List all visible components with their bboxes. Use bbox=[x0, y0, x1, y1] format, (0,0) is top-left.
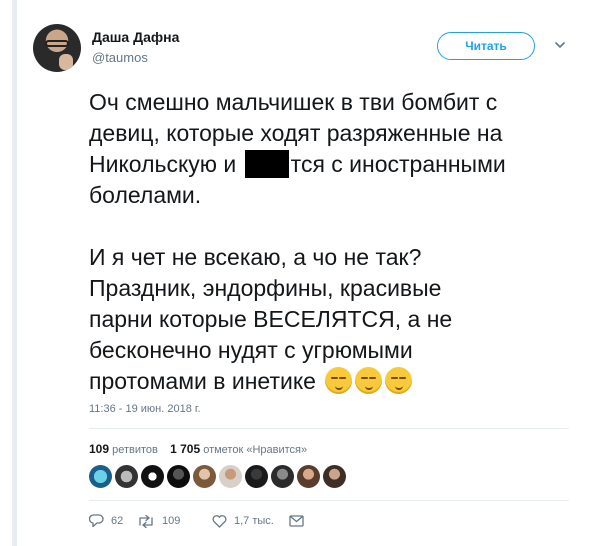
avatar-glasses bbox=[45, 40, 69, 47]
liker-avatar[interactable] bbox=[297, 465, 320, 488]
retweet-button[interactable]: 109 bbox=[137, 514, 212, 528]
retweet-icon bbox=[139, 514, 153, 528]
tweet-line: девиц, которые ходят разряженные на bbox=[89, 120, 503, 146]
like-button[interactable]: 1,7 тыс. bbox=[212, 514, 289, 528]
tweet-line: Никольскую и тся с иностранными bbox=[89, 149, 559, 180]
liker-avatar[interactable] bbox=[219, 465, 242, 488]
divider bbox=[89, 428, 569, 429]
chevron-down-icon[interactable] bbox=[554, 39, 566, 51]
like-count: 1,7 тыс. bbox=[234, 515, 274, 527]
liker-avatar[interactable] bbox=[167, 465, 190, 488]
retweet-count: 109 bbox=[162, 515, 181, 527]
liker-avatars bbox=[89, 465, 346, 488]
liker-avatar[interactable] bbox=[89, 465, 112, 488]
timeline-rail bbox=[12, 0, 17, 546]
reply-count: 62 bbox=[111, 515, 124, 527]
likes-label[interactable]: отметок «Нравится» bbox=[203, 444, 307, 456]
liker-avatar[interactable] bbox=[193, 465, 216, 488]
tweet-actions: 62 109 1,7 тыс. bbox=[89, 514, 304, 528]
heart-icon bbox=[212, 514, 227, 528]
smirking-face-emoji bbox=[385, 367, 413, 394]
envelope-icon bbox=[289, 515, 304, 527]
tweet-line: Оч смешно мальчишек в тви бомбит с bbox=[89, 89, 498, 115]
smirking-face-emoji bbox=[325, 367, 353, 394]
tweet-line: И я чет не всекаю, а чо не так? bbox=[89, 244, 422, 270]
divider bbox=[89, 500, 569, 501]
liker-avatar[interactable] bbox=[323, 465, 346, 488]
redaction-box bbox=[244, 150, 289, 178]
likes-count[interactable]: 1 705 bbox=[170, 442, 200, 456]
tweet-line: протомами в инетике bbox=[89, 366, 559, 397]
tweet-timestamp[interactable]: 11:36 - 19 июн. 2018 г. bbox=[89, 403, 201, 415]
message-button[interactable] bbox=[289, 515, 304, 527]
liker-avatar[interactable] bbox=[141, 465, 164, 488]
tweet-stats: 109 ретвитов 1 705 отметок «Нравится» bbox=[89, 442, 307, 456]
liker-avatar[interactable] bbox=[271, 465, 294, 488]
reply-icon bbox=[89, 514, 104, 528]
tweet-line: болелами. bbox=[89, 182, 202, 208]
tweet-text: Оч смешно мальчишек в тви бомбит с девиц… bbox=[89, 87, 559, 397]
author-handle[interactable]: @taumos bbox=[92, 50, 148, 65]
reply-button[interactable]: 62 bbox=[89, 514, 137, 528]
author-name[interactable]: Даша Дафна bbox=[92, 29, 179, 45]
retweets-count[interactable]: 109 bbox=[89, 442, 109, 456]
tweet-line: бесконечно нудят с угрюмыми bbox=[89, 337, 413, 363]
tweet-line: Праздник, эндорфины, красивые bbox=[89, 275, 442, 301]
retweets-label[interactable]: ретвитов bbox=[112, 444, 158, 456]
tweet-fragment: тся с иностранными bbox=[290, 151, 506, 177]
avatar[interactable] bbox=[33, 24, 81, 72]
liker-avatar[interactable] bbox=[115, 465, 138, 488]
liker-avatar[interactable] bbox=[245, 465, 268, 488]
avatar-hand bbox=[59, 54, 73, 70]
tweet-line: парни которые ВЕСЕЛЯТСЯ, а не bbox=[89, 306, 453, 332]
tweet-fragment: Никольскую и bbox=[89, 151, 243, 177]
smirking-face-emoji bbox=[355, 367, 383, 394]
tweet-fragment: протомами в инетике bbox=[89, 368, 316, 394]
follow-button[interactable]: Читать bbox=[437, 32, 535, 60]
